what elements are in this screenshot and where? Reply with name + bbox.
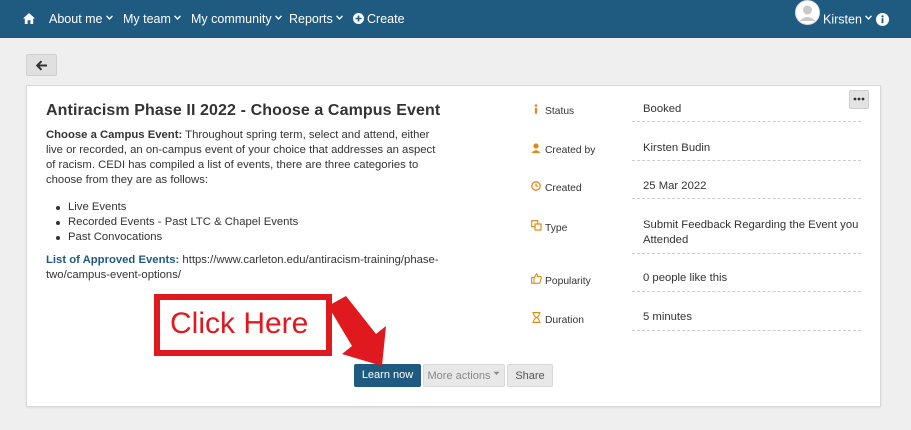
share-button[interactable]: Share bbox=[507, 364, 553, 387]
list-item: Past Convocations bbox=[54, 230, 298, 245]
type-value: Submit Feedback Regarding the Event you … bbox=[643, 219, 859, 246]
info-small-icon bbox=[530, 104, 542, 117]
approved-events-label: List of Approved Events: bbox=[46, 254, 180, 266]
learn-now-button[interactable]: Learn now bbox=[354, 364, 421, 387]
nav-reports-label: Reports bbox=[289, 12, 333, 26]
nav-my-community[interactable]: My community bbox=[191, 0, 282, 38]
chevron-down-icon bbox=[274, 15, 282, 22]
chevron-down-icon bbox=[493, 371, 500, 378]
divider bbox=[632, 330, 861, 331]
nav-about-me[interactable]: About me bbox=[49, 0, 113, 38]
created-label: Created bbox=[530, 181, 582, 194]
thumbs-up-icon bbox=[530, 273, 542, 287]
nav-create[interactable]: Create bbox=[353, 0, 405, 38]
user-menu[interactable]: Kirsten bbox=[795, 0, 872, 38]
home-icon[interactable] bbox=[22, 0, 36, 38]
nav-my-community-label: My community bbox=[191, 12, 272, 26]
nav-reports[interactable]: Reports bbox=[289, 0, 343, 38]
divider bbox=[632, 291, 861, 292]
event-categories-list: Live Events Recorded Events - Past LTC &… bbox=[54, 200, 298, 245]
divider bbox=[632, 253, 861, 254]
event-description: Choose a Campus Event: Throughout spring… bbox=[46, 128, 446, 188]
user-name: Kirsten bbox=[823, 12, 862, 27]
status-value: Booked bbox=[643, 103, 682, 115]
list-item: Live Events bbox=[54, 200, 298, 215]
description-label: Choose a Campus Event: bbox=[46, 129, 183, 141]
info-icon[interactable] bbox=[876, 0, 889, 38]
type-icon bbox=[530, 220, 542, 234]
avatar bbox=[795, 0, 820, 40]
chevron-down-icon bbox=[335, 15, 343, 22]
divider bbox=[632, 160, 861, 161]
popularity-label: Popularity bbox=[530, 273, 591, 287]
chevron-down-icon bbox=[864, 15, 872, 22]
chevron-down-icon bbox=[173, 15, 181, 22]
status-label: Status bbox=[530, 104, 574, 117]
created-value: 25 Mar 2022 bbox=[643, 180, 707, 192]
nav-my-team[interactable]: My team bbox=[123, 0, 181, 38]
duration-label: Duration bbox=[530, 312, 584, 326]
list-item: Recorded Events - Past LTC & Chapel Even… bbox=[54, 215, 298, 230]
nav-about-me-label: About me bbox=[49, 12, 103, 26]
more-actions-label: More actions bbox=[427, 370, 491, 382]
approved-events-link[interactable]: List of Approved Events: https://www.car… bbox=[46, 253, 446, 283]
duration-value: 5 minutes bbox=[643, 311, 692, 323]
created-by-label: Created by bbox=[530, 143, 595, 156]
user-icon bbox=[530, 143, 542, 156]
chevron-down-icon bbox=[105, 15, 113, 22]
divider bbox=[632, 198, 861, 199]
hourglass-icon bbox=[530, 312, 542, 326]
arrow-left-icon bbox=[36, 60, 47, 71]
nav-create-label: Create bbox=[367, 12, 405, 26]
back-button[interactable] bbox=[26, 54, 57, 76]
created-by-value: Kirsten Budin bbox=[643, 142, 711, 154]
nav-my-team-label: My team bbox=[123, 12, 171, 26]
popularity-value: 0 people like this bbox=[643, 272, 728, 284]
click-here-text: Click Here bbox=[170, 307, 309, 340]
divider bbox=[632, 121, 861, 122]
plus-circle-icon bbox=[353, 1, 364, 39]
clock-icon bbox=[530, 181, 542, 194]
type-label: Type bbox=[530, 220, 567, 234]
event-title: Antiracism Phase II 2022 - Choose a Camp… bbox=[46, 102, 441, 119]
more-actions-button[interactable]: More actions bbox=[423, 364, 505, 387]
